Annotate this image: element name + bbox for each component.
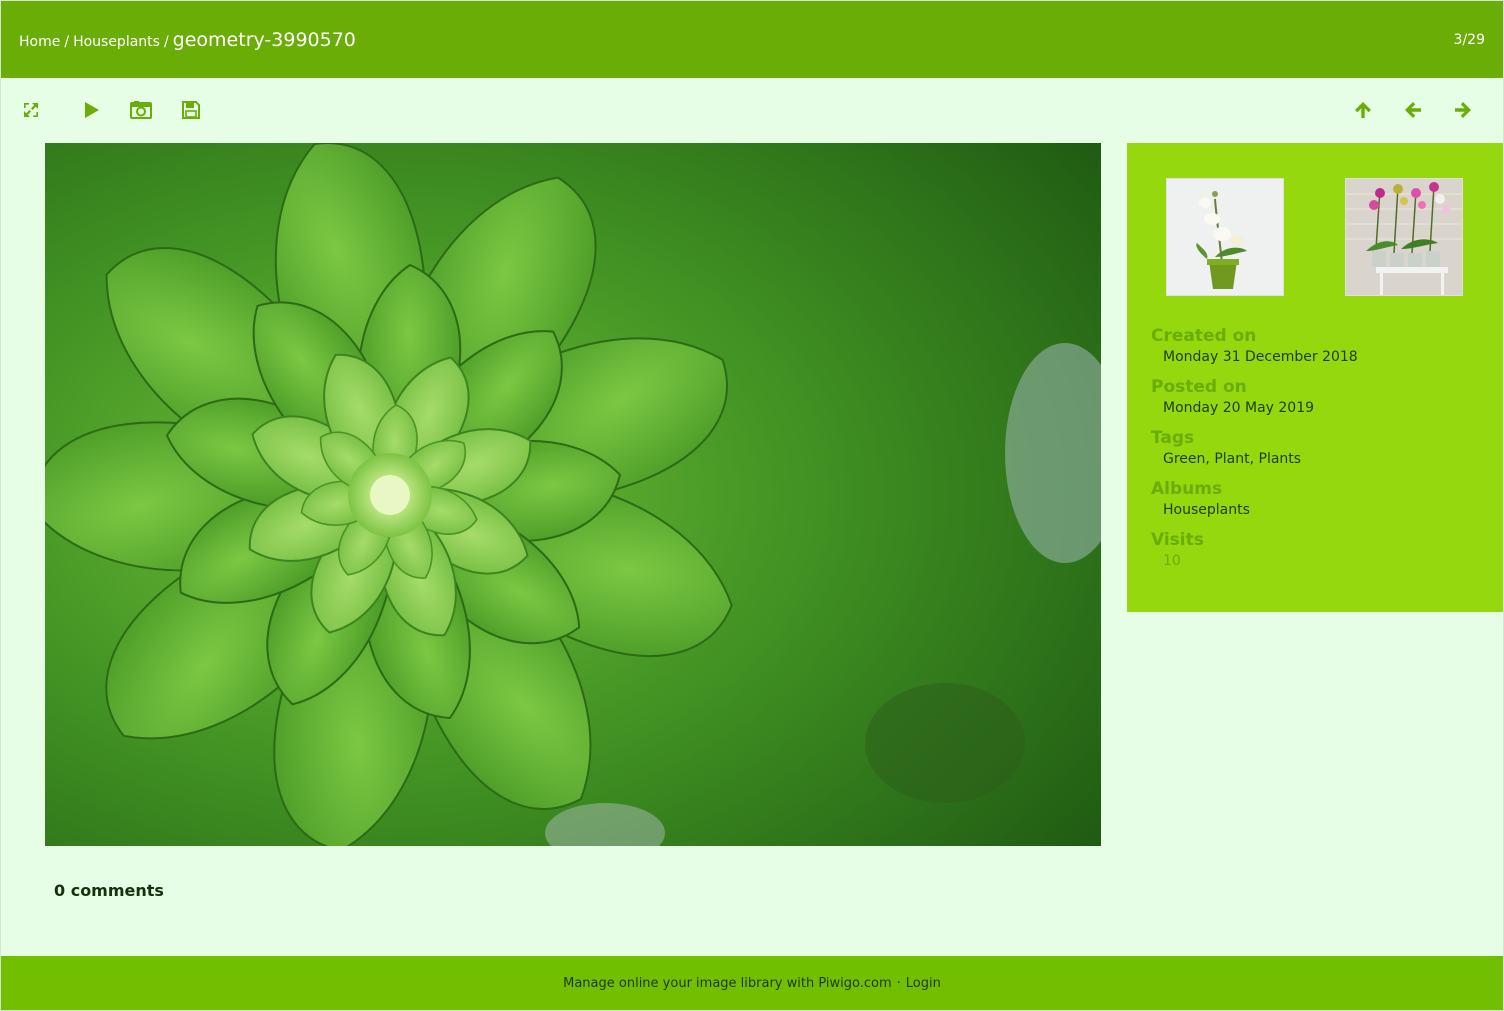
image-info-panel: Created on Monday 31 December 2018 Poste… <box>1127 143 1503 612</box>
footer-text: Manage online your image library with <box>563 975 815 991</box>
breadcrumb: Home / Houseplants / geometry-3990570 <box>19 29 356 51</box>
visits-label: Visits <box>1151 530 1204 550</box>
toolbar-right <box>1338 96 1488 124</box>
camera-icon <box>130 100 152 120</box>
previous-button[interactable] <box>1388 96 1438 124</box>
save-icon <box>182 101 200 119</box>
created-on-label: Created on <box>1151 326 1257 346</box>
tag-link-plant[interactable]: Plant <box>1214 451 1249 467</box>
toolbar-left <box>18 96 206 124</box>
breadcrumb-separator: / <box>163 33 169 50</box>
page-title: geometry-3990570 <box>172 28 356 51</box>
piwigo-link[interactable]: Piwigo.com <box>818 976 891 991</box>
image-counter: 3/29 <box>1453 31 1485 48</box>
orchids-thumbnail <box>1346 179 1462 295</box>
breadcrumb-separator: / <box>64 33 70 50</box>
albums-label: Albums <box>1151 479 1223 499</box>
main-photo[interactable] <box>45 143 1101 846</box>
posted-on-value: Monday 20 May 2019 <box>1163 400 1315 416</box>
header-bar: Home / Houseplants / geometry-3990570 3/… <box>1 1 1503 78</box>
posted-on-row: Posted on Monday 20 May 2019 <box>1151 376 1481 418</box>
posted-on-label: Posted on <box>1151 377 1247 397</box>
tag-separator: , <box>1205 451 1210 467</box>
arrow-right-icon <box>1454 101 1472 119</box>
tag-link-green[interactable]: Green <box>1163 451 1205 467</box>
arrow-up-icon <box>1354 101 1372 119</box>
breadcrumb-album-link[interactable]: Houseplants <box>73 34 160 50</box>
albums-row: Albums Houseplants <box>1151 478 1481 520</box>
footer-bar: Manage online your image library with Pi… <box>1 956 1503 1010</box>
fullscreen-icon <box>22 101 40 119</box>
next-button[interactable] <box>1438 96 1488 124</box>
tags-label: Tags <box>1151 428 1195 448</box>
tag-separator: , <box>1249 451 1255 467</box>
footer-separator: · <box>896 975 901 991</box>
tags-value: Green, Plant, Plants <box>1151 449 1481 469</box>
album-link-houseplants[interactable]: Houseplants <box>1163 502 1250 518</box>
created-on-row: Created on Monday 31 December 2018 <box>1151 325 1481 367</box>
visits-row: Visits 10 <box>1151 529 1481 571</box>
breadcrumb-home-link[interactable]: Home <box>19 34 60 50</box>
succulent-image <box>45 143 1101 846</box>
show-file-metadata-button[interactable] <box>126 96 156 124</box>
tag-link-plants[interactable]: Plants <box>1259 451 1302 467</box>
download-button[interactable] <box>176 96 206 124</box>
previous-image-thumbnail[interactable] <box>1166 178 1284 296</box>
next-image-thumbnail[interactable] <box>1345 178 1463 296</box>
tags-row: Tags Green, Plant, Plants <box>1151 427 1481 469</box>
visits-value: 10 <box>1163 553 1181 569</box>
image-properties: Created on Monday 31 December 2018 Poste… <box>1151 325 1481 580</box>
orchid-thumbnail <box>1167 179 1283 295</box>
play-icon <box>82 101 100 119</box>
created-on-value: Monday 31 December 2018 <box>1163 349 1358 365</box>
fullscreen-button[interactable] <box>18 96 44 124</box>
arrow-left-icon <box>1404 101 1422 119</box>
slideshow-button[interactable] <box>76 96 106 124</box>
comments-count: 0 comments <box>54 881 164 900</box>
albums-value: Houseplants <box>1151 500 1481 520</box>
login-link[interactable]: Login <box>906 976 941 991</box>
thumbnails-button[interactable] <box>1338 96 1388 124</box>
